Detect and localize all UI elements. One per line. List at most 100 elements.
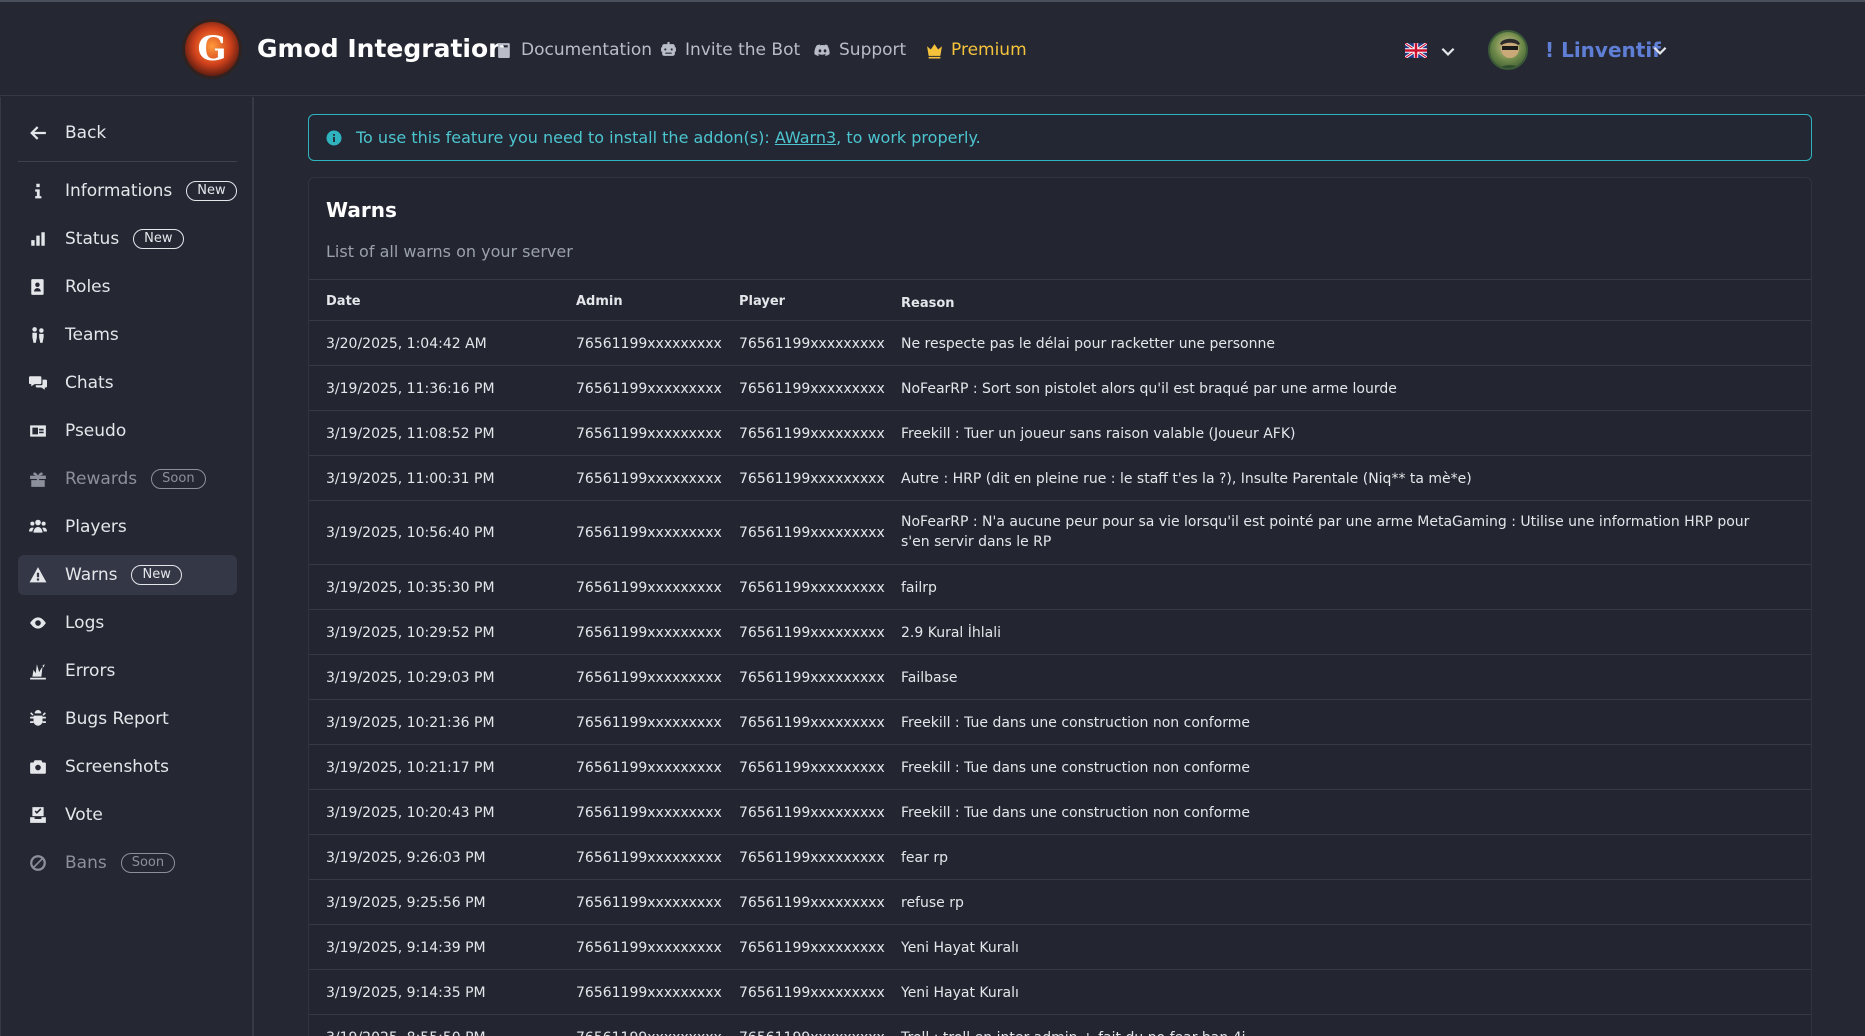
nav-support-link[interactable]: Support xyxy=(814,40,906,60)
table-row[interactable]: 3/19/2025, 10:29:03 PM 76561199xxxxxxxxx 7… xyxy=(309,655,1811,700)
cell-date: 3/19/2025, 10:20:43 PM xyxy=(326,805,495,821)
cell-date: 3/19/2025, 11:00:31 PM xyxy=(326,471,495,487)
sidebar-item-logs[interactable]: Logs xyxy=(18,603,237,643)
sidebar-item-label: Logs xyxy=(65,613,105,633)
cell-player: 76561199xxxxxxxxx xyxy=(739,715,885,731)
cell-admin: 76561199xxxxxxxxx xyxy=(576,336,722,352)
sidebar-item-vote[interactable]: Vote xyxy=(18,795,237,835)
column-header-admin[interactable]: Admin xyxy=(576,294,623,309)
cell-admin: 76561199xxxxxxxxx xyxy=(576,625,722,641)
crown-icon xyxy=(927,43,942,58)
sidebar-item-informations[interactable]: Informations New xyxy=(18,171,237,211)
cell-reason: Ne respecte pas le délai pour racketter … xyxy=(901,336,1275,352)
addon-required-alert: To use this feature you need to install … xyxy=(308,114,1812,161)
table-header: Date Admin Player Reason xyxy=(309,279,1811,321)
table-row[interactable]: 3/19/2025, 10:56:40 PM 76561199xxxxxxxxx 7… xyxy=(309,501,1811,565)
brand-name[interactable]: Gmod Integration xyxy=(257,34,506,63)
table-row[interactable]: 3/19/2025, 11:00:31 PM 76561199xxxxxxxxx 7… xyxy=(309,456,1811,501)
nav-support-label: Support xyxy=(839,40,907,60)
sidebar-item-status[interactable]: Status New xyxy=(18,219,237,259)
sidebar-item-chats[interactable]: Chats xyxy=(18,363,237,403)
sidebar-item-errors[interactable]: Errors xyxy=(18,651,237,691)
sidebar-item-rewards[interactable]: Rewards Soon xyxy=(18,459,237,499)
cell-player: 76561199xxxxxxxxx xyxy=(739,940,885,956)
cell-player: 76561199xxxxxxxxx xyxy=(739,625,885,641)
table-row[interactable]: 3/19/2025, 9:14:39 PM 76561199xxxxxxxxx 76… xyxy=(309,925,1811,970)
column-header-reason[interactable]: Reason xyxy=(901,294,1781,314)
sidebar-back-button[interactable]: Back xyxy=(18,113,237,153)
table-row[interactable]: 3/19/2025, 11:36:16 PM 76561199xxxxxxxxx 7… xyxy=(309,366,1811,411)
cell-reason: NoFearRP : N'a aucune peur pour sa vie l… xyxy=(901,514,1750,550)
language-chevron-down-icon[interactable] xyxy=(1439,42,1457,60)
gift-icon xyxy=(30,472,46,487)
table-row[interactable]: 3/19/2025, 8:55:50 PM 76561199xxxxxxxxx 76… xyxy=(309,1015,1811,1036)
new-badge: New xyxy=(186,181,237,201)
column-header-player[interactable]: Player xyxy=(739,294,785,309)
chat-bubbles-icon xyxy=(29,376,47,390)
table-row[interactable]: 3/19/2025, 10:21:17 PM 76561199xxxxxxxxx 7… xyxy=(309,745,1811,790)
sidebar: Back Informations New Status New Roles T… xyxy=(0,97,254,1036)
bar-chart-icon xyxy=(31,232,45,246)
cell-admin: 76561199xxxxxxxxx xyxy=(576,381,722,397)
cell-admin: 76561199xxxxxxxxx xyxy=(576,985,722,1001)
eye-icon xyxy=(30,617,46,629)
user-avatar[interactable] xyxy=(1488,30,1528,70)
cell-player: 76561199xxxxxxxxx xyxy=(739,336,885,352)
sidebar-item-label: Vote xyxy=(65,805,103,825)
nav-premium-link[interactable]: Premium xyxy=(926,40,1027,60)
cell-admin: 76561199xxxxxxxxx xyxy=(576,580,722,596)
cell-admin: 76561199xxxxxxxxx xyxy=(576,850,722,866)
cell-player: 76561199xxxxxxxxx xyxy=(739,580,885,596)
user-chevron-down-icon[interactable] xyxy=(1651,41,1669,59)
sidebar-item-label: Teams xyxy=(65,325,119,345)
cell-reason: Troll : troll en inter admin + fait du n… xyxy=(901,1028,1781,1036)
cell-admin: 76561199xxxxxxxxx xyxy=(576,715,722,731)
cell-admin: 76561199xxxxxxxxx xyxy=(576,895,722,911)
cell-date: 3/19/2025, 10:21:36 PM xyxy=(326,715,495,731)
warns-subtitle: List of all warns on your server xyxy=(326,242,573,261)
sidebar-item-bugs-report[interactable]: Bugs Report xyxy=(18,699,237,739)
sidebar-item-players[interactable]: Players xyxy=(18,507,237,547)
cell-player: 76561199xxxxxxxxx xyxy=(739,895,885,911)
cell-date: 3/19/2025, 10:35:30 PM xyxy=(326,580,495,596)
cell-date: 3/19/2025, 10:21:17 PM xyxy=(326,760,495,776)
table-row[interactable]: 3/19/2025, 9:26:03 PM 76561199xxxxxxxxx 76… xyxy=(309,835,1811,880)
cell-admin: 76561199xxxxxxxxx xyxy=(576,670,722,686)
sidebar-item-bans[interactable]: Bans Soon xyxy=(18,843,237,883)
sidebar-item-warns[interactable]: Warns New xyxy=(18,555,237,595)
sidebar-item-screenshots[interactable]: Screenshots xyxy=(18,747,237,787)
cell-date: 3/19/2025, 8:55:50 PM xyxy=(326,1028,486,1036)
info-circle-icon xyxy=(326,130,342,145)
table-row[interactable]: 3/19/2025, 10:20:43 PM 76561199xxxxxxxxx 7… xyxy=(309,790,1811,835)
user-name[interactable]: ! Linventif xyxy=(1545,38,1661,62)
robot-icon xyxy=(661,41,676,56)
cell-admin: 76561199xxxxxxxxx xyxy=(576,760,722,776)
table-row[interactable]: 3/19/2025, 11:08:52 PM 76561199xxxxxxxxx 7… xyxy=(309,411,1811,456)
uk-flag-icon[interactable] xyxy=(1405,43,1427,58)
cell-player: 76561199xxxxxxxxx xyxy=(739,381,885,397)
table-row[interactable]: 3/19/2025, 9:25:56 PM 76561199xxxxxxxxx 76… xyxy=(309,880,1811,925)
cell-admin: 76561199xxxxxxxxx xyxy=(576,471,722,487)
cell-date: 3/19/2025, 9:14:35 PM xyxy=(326,985,486,1001)
nav-documentation-label: Documentation xyxy=(521,40,653,60)
cell-date: 3/19/2025, 9:26:03 PM xyxy=(326,850,486,866)
table-row[interactable]: 3/19/2025, 9:14:35 PM 76561199xxxxxxxxx 76… xyxy=(309,970,1811,1015)
column-header-date[interactable]: Date xyxy=(326,294,361,309)
sidebar-item-roles[interactable]: Roles xyxy=(18,267,237,307)
brand-logo[interactable]: G xyxy=(185,22,239,76)
nav-documentation-link[interactable]: Documentation xyxy=(496,40,652,60)
sidebar-item-label: Bugs Report xyxy=(65,709,169,729)
sidebar-item-teams[interactable]: Teams xyxy=(18,315,237,355)
sidebar-item-label: Status xyxy=(65,229,120,249)
cell-player: 76561199xxxxxxxxx xyxy=(739,805,885,821)
table-row[interactable]: 3/19/2025, 10:29:52 PM 76561199xxxxxxxxx 7… xyxy=(309,610,1811,655)
table-row[interactable]: 3/19/2025, 10:21:36 PM 76561199xxxxxxxxx 7… xyxy=(309,700,1811,745)
cell-reason: Failbase xyxy=(901,670,958,686)
table-row[interactable]: 3/19/2025, 10:35:30 PM 76561199xxxxxxxxx 7… xyxy=(309,565,1811,610)
table-row[interactable]: 3/20/2025, 1:04:42 AM 76561199xxxxxxxxx 76… xyxy=(309,321,1811,366)
nav-invite-bot-link[interactable]: Invite the Bot xyxy=(660,40,800,60)
sidebar-item-pseudo[interactable]: Pseudo xyxy=(18,411,237,451)
table-body: 3/20/2025, 1:04:42 AM 76561199xxxxxxxxx 76… xyxy=(309,321,1811,1036)
sidebar-item-label: Screenshots xyxy=(65,757,170,777)
awarn3-addon-link[interactable]: AWarn3 xyxy=(775,128,836,147)
